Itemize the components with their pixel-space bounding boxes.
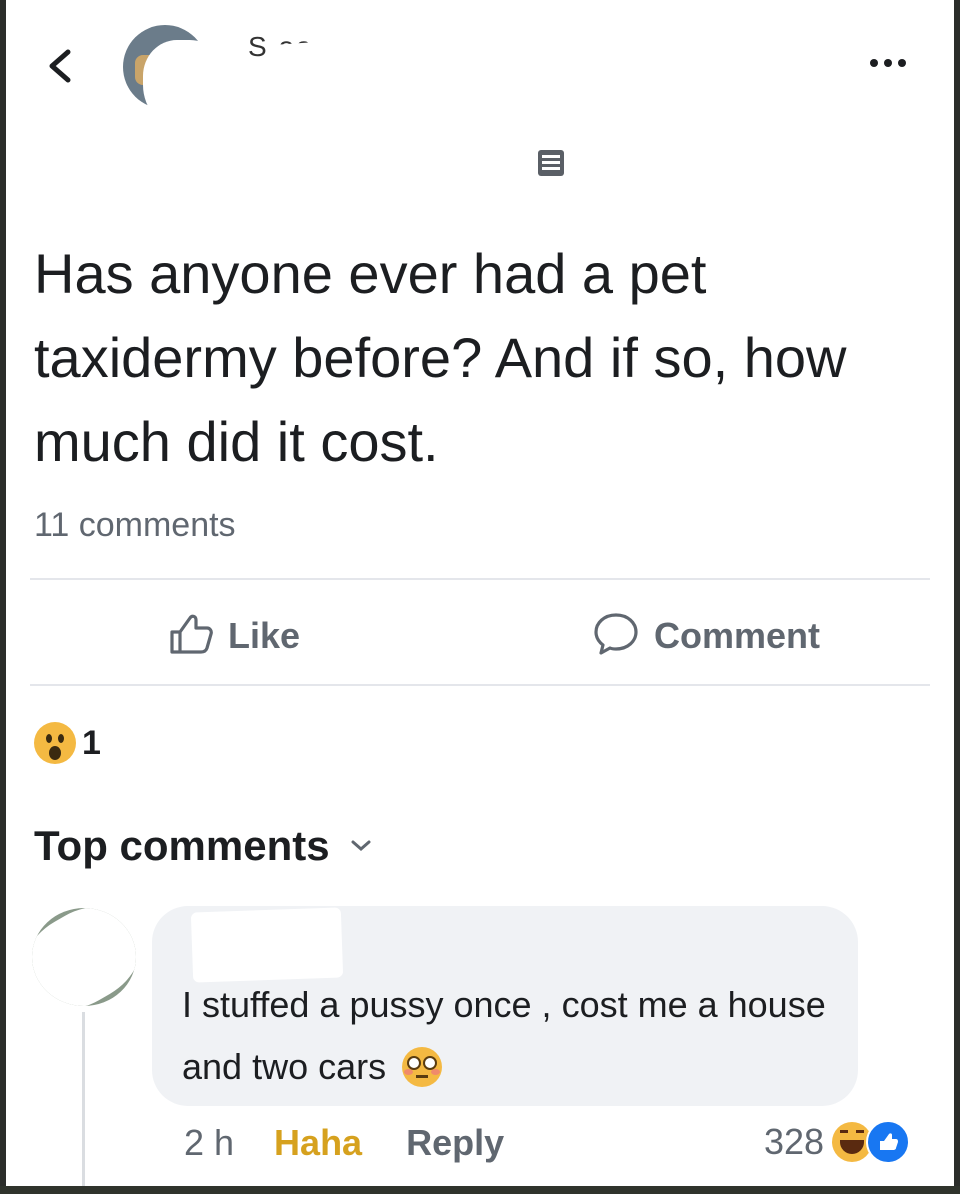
reaction-summary[interactable]: 1 <box>34 722 101 764</box>
screen-frame-left <box>0 0 6 1194</box>
divider <box>30 684 930 686</box>
commenter-avatar[interactable] <box>32 908 136 1006</box>
redaction-mark <box>32 908 136 1006</box>
comment-sort-dropdown[interactable]: Top comments <box>34 822 372 870</box>
chevron-down-icon <box>350 839 372 858</box>
flushed-emoji-icon <box>402 1047 443 1087</box>
like-reaction-icon <box>866 1120 911 1164</box>
redaction-mark <box>143 40 228 130</box>
comment-meta: 2 h Haha Reply <box>184 1122 504 1164</box>
group-icon <box>538 150 564 176</box>
comment-bubble: ne I stuffed a pussy once , cost me a ho… <box>152 906 858 1106</box>
post-header: S oa c <box>0 0 960 176</box>
more-dots-icon[interactable] <box>870 54 920 78</box>
group-name-area[interactable]: S oa c <box>240 5 842 126</box>
screen-frame-right <box>954 0 960 1194</box>
speech-bubble-icon <box>592 611 640 662</box>
post-text: Has anyone ever had a pet taxidermy befo… <box>34 242 847 473</box>
like-label: Like <box>228 615 301 656</box>
reply-button[interactable]: Reply <box>406 1122 504 1164</box>
comments-count[interactable]: 11 comments <box>34 506 236 545</box>
like-button[interactable]: Like <box>168 608 300 664</box>
wow-emoji-icon <box>34 722 76 764</box>
comment-time[interactable]: 2 h <box>184 1122 234 1164</box>
screen-frame-bottom <box>0 1186 960 1194</box>
comment-reactions[interactable]: 328 <box>764 1120 911 1164</box>
comment-button[interactable]: Comment <box>592 608 820 664</box>
haha-reaction-button[interactable]: Haha <box>274 1122 362 1164</box>
thread-line <box>82 1012 85 1188</box>
group-avatar[interactable] <box>118 20 228 130</box>
thumbs-up-icon <box>168 612 214 661</box>
reaction-count: 1 <box>82 723 101 762</box>
redaction-mark <box>190 907 344 983</box>
divider <box>30 578 930 580</box>
top-comments-label: Top comments <box>34 822 330 869</box>
comment-body: I stuffed a pussy once , cost me a house… <box>182 984 826 1087</box>
comment-reaction-count: 328 <box>764 1121 825 1162</box>
chevron-left-icon[interactable] <box>40 44 80 88</box>
comment-label: Comment <box>654 615 821 656</box>
comment-text: I stuffed a pussy once , cost me a house… <box>182 974 842 1098</box>
